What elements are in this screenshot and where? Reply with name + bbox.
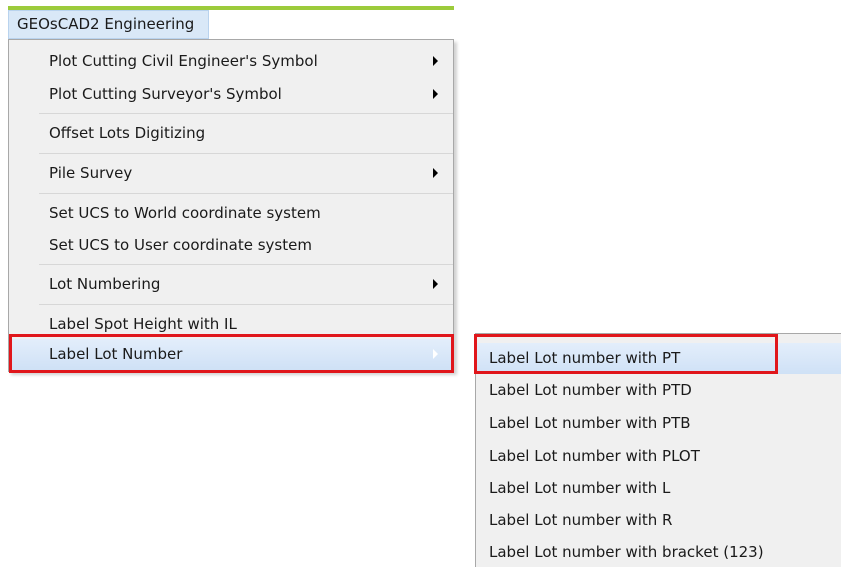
submenu-arrow-icon [433, 89, 438, 99]
menu-separator [39, 153, 453, 154]
menu-item-lot-numbering[interactable]: Lot Numbering [10, 269, 452, 300]
menu-item-plot-cutting-civil-engineer[interactable]: Plot Cutting Civil Engineer's Symbol [10, 46, 452, 77]
submenu-label-lot-number: Label Lot number with PT Label Lot numbe… [475, 333, 841, 567]
submenu-arrow-icon [433, 168, 438, 178]
menu-item-set-ucs-world[interactable]: Set UCS to World coordinate system [10, 198, 452, 229]
menu-item-label: Label Spot Height with IL [49, 315, 237, 333]
menu-separator [39, 304, 453, 305]
menu-item-label: Set UCS to World coordinate system [49, 204, 321, 222]
menu-item-plot-cutting-surveyor[interactable]: Plot Cutting Surveyor's Symbol [10, 79, 452, 110]
menu-separator [39, 193, 453, 194]
menu-item-label-lot-number[interactable]: Label Lot Number [10, 339, 452, 370]
dropdown-menu: Plot Cutting Civil Engineer's Symbol Plo… [8, 39, 454, 372]
menu-item-label: Set UCS to User coordinate system [49, 236, 312, 254]
menu-item-label: Label Lot Number [49, 345, 183, 363]
menu-item-label: Pile Survey [49, 164, 133, 182]
menu-item-label: Plot Cutting Civil Engineer's Symbol [49, 52, 318, 70]
menu-separator [39, 264, 453, 265]
menu-item-set-ucs-user[interactable]: Set UCS to User coordinate system [10, 230, 452, 261]
submenu-item-ptd[interactable]: Label Lot number with PTD [476, 375, 841, 406]
menu-separator [39, 113, 453, 114]
submenu-item-bracket[interactable]: Label Lot number with bracket (123) [476, 537, 841, 568]
menubar-item-geoscad2-engineering[interactable]: GEOsCAD2 Engineering [8, 10, 209, 39]
submenu-arrow-icon [433, 279, 438, 289]
submenu-item-ptb[interactable]: Label Lot number with PTB [476, 408, 841, 439]
menu-item-label: Offset Lots Digitizing [49, 124, 206, 142]
submenu-item-l[interactable]: Label Lot number with L [476, 473, 841, 504]
submenu-item-r[interactable]: Label Lot number with R [476, 505, 841, 536]
menu-item-pile-survey[interactable]: Pile Survey [10, 158, 452, 189]
submenu-item-plot[interactable]: Label Lot number with PLOT [476, 441, 841, 472]
submenu-arrow-icon [433, 56, 438, 66]
menu-item-offset-lots-digitizing[interactable]: Offset Lots Digitizing [10, 118, 452, 149]
menu-item-label-spot-height[interactable]: Label Spot Height with IL [10, 309, 452, 340]
menu-item-label: Lot Numbering [49, 275, 161, 293]
menu-item-label: Plot Cutting Surveyor's Symbol [49, 85, 282, 103]
submenu-item-pt[interactable]: Label Lot number with PT [476, 343, 841, 374]
submenu-arrow-icon [433, 349, 438, 359]
